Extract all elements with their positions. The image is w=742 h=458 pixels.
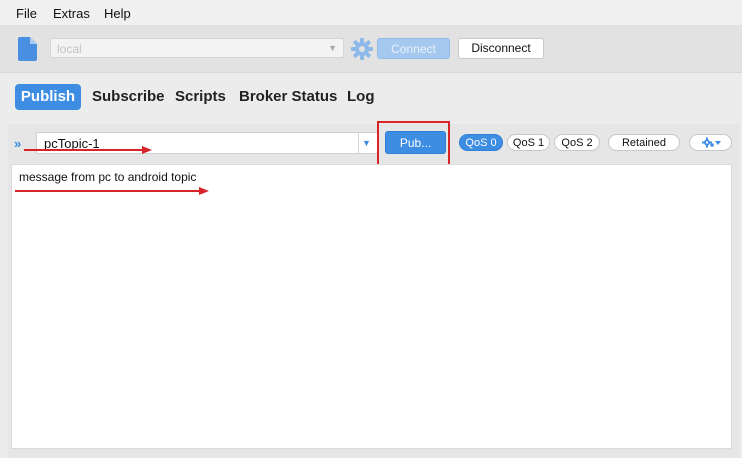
chevron-down-icon: ▼ — [328, 43, 337, 53]
message-payload-text: message from pc to android topic — [19, 170, 197, 184]
message-payload-textarea[interactable]: message from pc to android topic — [11, 164, 732, 449]
topic-divider — [358, 133, 359, 153]
menu-help[interactable]: Help — [104, 6, 131, 21]
connection-profile-select[interactable]: local ▼ — [50, 38, 344, 58]
annotation-arrow-message — [15, 187, 209, 195]
retained-toggle[interactable]: Retained — [608, 134, 680, 151]
annotation-arrow-topic — [24, 146, 152, 154]
disconnect-button[interactable]: Disconnect — [458, 38, 544, 59]
connect-button[interactable]: Connect — [377, 38, 450, 59]
file-icon[interactable] — [18, 37, 37, 61]
settings-dropdown-icon — [702, 137, 721, 148]
qos2-toggle[interactable]: QoS 2 — [554, 134, 600, 151]
tab-log[interactable]: Log — [347, 84, 375, 110]
publish-options-button[interactable] — [689, 134, 732, 151]
chevron-double-right-icon[interactable]: » — [14, 136, 21, 151]
tab-scripts[interactable]: Scripts — [175, 84, 226, 110]
qos1-toggle[interactable]: QoS 1 — [507, 134, 550, 151]
menubar: File Extras Help — [0, 0, 742, 26]
connection-profile-value: local — [57, 42, 82, 56]
gear-icon[interactable] — [351, 38, 373, 60]
menu-file[interactable]: File — [16, 6, 37, 21]
menu-extras[interactable]: Extras — [53, 6, 90, 21]
tab-broker-status[interactable]: Broker Status — [239, 84, 337, 110]
annotation-highlight-box — [377, 121, 450, 166]
qos0-toggle[interactable]: QoS 0 — [459, 134, 503, 151]
connection-toolbar: local ▼ Connect Disconnect — [0, 26, 742, 73]
tab-publish[interactable]: Publish — [15, 84, 81, 110]
tab-subscribe[interactable]: Subscribe — [92, 84, 165, 110]
chevron-down-icon[interactable]: ▼ — [362, 138, 371, 148]
